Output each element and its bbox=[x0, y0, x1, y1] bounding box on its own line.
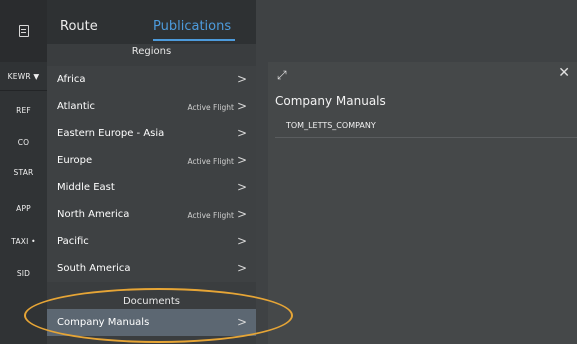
active-flight-badge: Active Flight bbox=[187, 211, 234, 220]
rail-item-sid[interactable]: SID bbox=[0, 259, 47, 287]
book-icon bbox=[18, 25, 29, 37]
chevron-right-icon: > bbox=[236, 126, 247, 140]
region-label: North America bbox=[57, 209, 130, 220]
document-label: Company Manuals bbox=[57, 317, 150, 328]
region-label: Eastern Europe - Asia bbox=[57, 128, 165, 139]
region-label: Africa bbox=[57, 74, 86, 85]
chevron-right-icon: > bbox=[236, 261, 247, 275]
chevron-right-icon: > bbox=[236, 207, 247, 221]
rail-item-app[interactable]: APP bbox=[0, 194, 47, 222]
rail-divider bbox=[0, 90, 47, 91]
panel-title: Company Manuals bbox=[275, 94, 386, 108]
panel-divider bbox=[275, 137, 577, 138]
region-label: Pacific bbox=[57, 236, 89, 247]
region-label: Middle East bbox=[57, 182, 115, 193]
tab-publications[interactable]: Publications bbox=[153, 19, 231, 34]
detail-panel-toolbar: ⤢ ✕ bbox=[268, 62, 577, 90]
chevron-right-icon: > bbox=[236, 234, 247, 248]
active-tab-indicator bbox=[153, 39, 235, 41]
region-row-atlantic[interactable]: Atlantic Active Flight > bbox=[47, 93, 256, 120]
region-row-europe[interactable]: Europe Active Flight > bbox=[47, 147, 256, 174]
region-row-eastern-europe-asia[interactable]: Eastern Europe - Asia > bbox=[47, 120, 256, 147]
regions-header: Regions bbox=[131, 46, 172, 57]
chevron-right-icon: > bbox=[236, 153, 247, 167]
region-label: South America bbox=[57, 263, 131, 274]
chevron-right-icon: > bbox=[236, 72, 247, 86]
active-flight-badge: Active Flight bbox=[187, 157, 234, 166]
publications-button[interactable] bbox=[0, 0, 47, 62]
document-row-company-manuals[interactable]: Company Manuals > bbox=[47, 309, 256, 336]
chevron-right-icon: > bbox=[236, 180, 247, 194]
region-row-middle-east[interactable]: Middle East > bbox=[47, 174, 256, 201]
close-icon[interactable]: ✕ bbox=[558, 65, 570, 81]
left-rail: KEWR ▼ REF CO STAR APP TAXI • SID bbox=[0, 0, 47, 344]
region-row-pacific[interactable]: Pacific > bbox=[47, 228, 256, 255]
region-row-north-america[interactable]: North America Active Flight > bbox=[47, 201, 256, 228]
region-row-africa[interactable]: Africa > bbox=[47, 66, 256, 93]
chevron-right-icon: > bbox=[236, 99, 247, 113]
region-label: Atlantic bbox=[57, 101, 96, 112]
rail-item-taxi[interactable]: TAXI • bbox=[0, 227, 47, 255]
rail-item-co[interactable]: CO bbox=[0, 128, 47, 156]
tab-route[interactable]: Route bbox=[60, 19, 98, 34]
region-row-south-america[interactable]: South America > bbox=[47, 255, 256, 282]
region-label: Europe bbox=[57, 155, 93, 166]
rail-item-ref[interactable]: REF bbox=[0, 96, 47, 124]
manual-list-item[interactable]: TOM_LETTS_COMPANY bbox=[286, 121, 376, 130]
rail-item-star[interactable]: STAR bbox=[0, 158, 47, 186]
tab-bar: Route Publications bbox=[47, 0, 256, 44]
expand-icon[interactable]: ⤢ bbox=[277, 68, 287, 83]
publications-pane: Route Publications Regions Africa > Atla… bbox=[47, 0, 256, 344]
airport-selector[interactable]: KEWR ▼ bbox=[0, 62, 47, 90]
documents-header: Documents bbox=[122, 296, 181, 307]
chevron-right-icon: > bbox=[236, 315, 247, 329]
active-flight-badge: Active Flight bbox=[187, 103, 234, 112]
